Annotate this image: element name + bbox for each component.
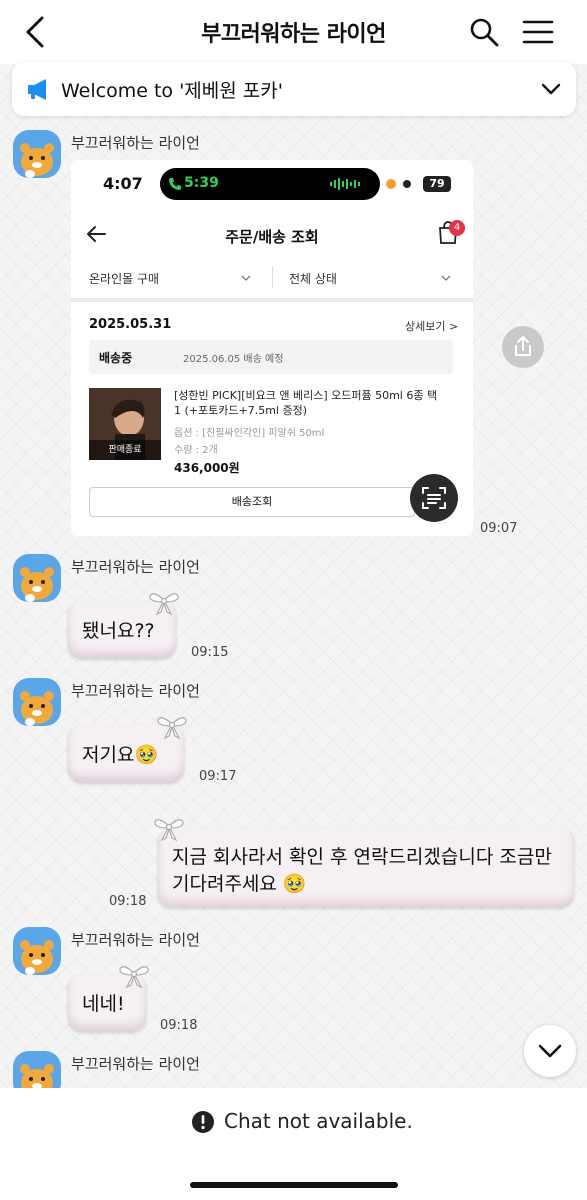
message-text-line2: 기다려주세요 🥹 bbox=[172, 873, 307, 895]
shipping-status-box: 배송중 2025.06.05 배송 예정 bbox=[89, 340, 453, 374]
message-time: 09:17 bbox=[199, 769, 237, 784]
alert-icon bbox=[192, 1111, 214, 1133]
order-date: 2025.05.31 bbox=[89, 317, 172, 332]
status-bar: 4:07 5:39 79 bbox=[71, 160, 473, 208]
product-quantity: 수량 : 2개 bbox=[174, 445, 218, 456]
sender-name: 부끄러워하는 라이언 bbox=[71, 682, 200, 700]
product-name: [성한빈 PICK][비요크 앤 베리스] 오드퍼퓸 50ml 6종 택1 (+… bbox=[174, 389, 438, 417]
message-time: 09:07 bbox=[480, 521, 518, 536]
message-text-line1: 지금 회사라서 확인 후 연락드리겠습니다 조금만 bbox=[172, 846, 552, 868]
chevron-down-icon[interactable] bbox=[538, 76, 564, 102]
status-time: 4:07 bbox=[103, 174, 143, 193]
message-text: 네네! bbox=[82, 993, 125, 1015]
chevron-down-icon bbox=[241, 275, 251, 281]
avatar[interactable] bbox=[13, 678, 61, 726]
filter-purchase-type: 온라인몰 구매 bbox=[89, 272, 160, 286]
chat-unavailable-text: Chat not available. bbox=[224, 1109, 413, 1133]
message-text: 됐너요?? bbox=[82, 620, 155, 642]
record-dot-icon bbox=[386, 179, 396, 189]
search-icon[interactable] bbox=[468, 16, 500, 48]
avatar[interactable] bbox=[13, 554, 61, 602]
section-divider bbox=[71, 298, 473, 302]
chevron-down-icon bbox=[441, 275, 451, 281]
track-delivery-button: 배송조회 bbox=[89, 487, 415, 517]
notice-banner[interactable]: Welcome to '제베원 포카' bbox=[12, 62, 576, 116]
lion-avatar-icon bbox=[20, 940, 54, 975]
message-time: 09:18 bbox=[109, 894, 147, 909]
shipping-eta: 2025.06.05 배송 예정 bbox=[183, 354, 284, 365]
battery-indicator: 79 bbox=[423, 176, 451, 192]
lion-avatar-icon bbox=[20, 143, 54, 178]
shared-image-message[interactable]: 4:07 5:39 79 주문/배송 조회 4 온라인몰 구매 전체 상태 20… bbox=[71, 160, 473, 536]
chat-footer: Chat not available. bbox=[0, 1088, 587, 1200]
call-time: 5:39 bbox=[184, 175, 219, 191]
cart-count-badge: 4 bbox=[449, 220, 465, 236]
product-price: 436,000원 bbox=[174, 461, 240, 475]
sold-out-label: 판매종료 bbox=[89, 440, 161, 460]
sender-name: 부끄러워하는 라이언 bbox=[71, 558, 200, 576]
chat-header: 부끄러워하는 라이언 bbox=[0, 0, 587, 64]
filter-status: 전체 상태 bbox=[289, 272, 337, 286]
home-indicator bbox=[190, 1182, 398, 1188]
notice-text: Welcome to '제베원 포카' bbox=[61, 80, 283, 102]
text-scan-button[interactable] bbox=[410, 474, 458, 522]
order-page-title: 주문/배송 조회 bbox=[225, 228, 319, 246]
ribbon-bow-icon bbox=[154, 819, 184, 842]
phone-icon bbox=[169, 178, 181, 190]
filter-divider bbox=[272, 266, 273, 288]
scan-text-icon bbox=[422, 487, 446, 509]
dynamic-island: 5:39 bbox=[160, 168, 380, 200]
sender-name: 부끄러워하는 라이언 bbox=[71, 134, 200, 152]
megaphone-icon bbox=[28, 79, 46, 100]
lion-avatar-icon bbox=[20, 691, 54, 726]
chevron-down-icon bbox=[538, 1044, 562, 1058]
menu-icon[interactable] bbox=[522, 16, 554, 48]
waveform-icon bbox=[330, 178, 360, 190]
message-time: 09:18 bbox=[160, 1018, 198, 1033]
scroll-to-bottom-button[interactable] bbox=[524, 1025, 576, 1077]
sender-name: 부끄러워하는 라이언 bbox=[71, 1055, 200, 1073]
message-text: 저기요🥹 bbox=[82, 744, 159, 766]
shipping-status: 배송중 bbox=[99, 351, 133, 365]
share-button[interactable] bbox=[502, 326, 544, 368]
lion-avatar-icon bbox=[20, 567, 54, 602]
order-detail-link: 상세보기 > bbox=[405, 320, 459, 333]
share-icon bbox=[515, 336, 531, 356]
avatar[interactable] bbox=[13, 130, 61, 178]
ribbon-bow-icon bbox=[149, 593, 179, 616]
signal-icon bbox=[403, 180, 411, 188]
product-option: 옵션 : [친필싸인각인] 피알쉬 50ml bbox=[174, 428, 325, 439]
product-thumbnail: 판매종료 bbox=[89, 388, 161, 460]
ribbon-bow-icon bbox=[119, 966, 149, 989]
ribbon-bow-icon bbox=[157, 717, 187, 740]
avatar[interactable] bbox=[13, 927, 61, 975]
my-message-bubble[interactable]: 지금 회사라서 확인 후 연락드리겠습니다 조금만 기다려주세요 🥹 bbox=[158, 827, 574, 907]
message-time: 09:15 bbox=[191, 645, 229, 660]
sender-name: 부끄러워하는 라이언 bbox=[71, 931, 200, 949]
